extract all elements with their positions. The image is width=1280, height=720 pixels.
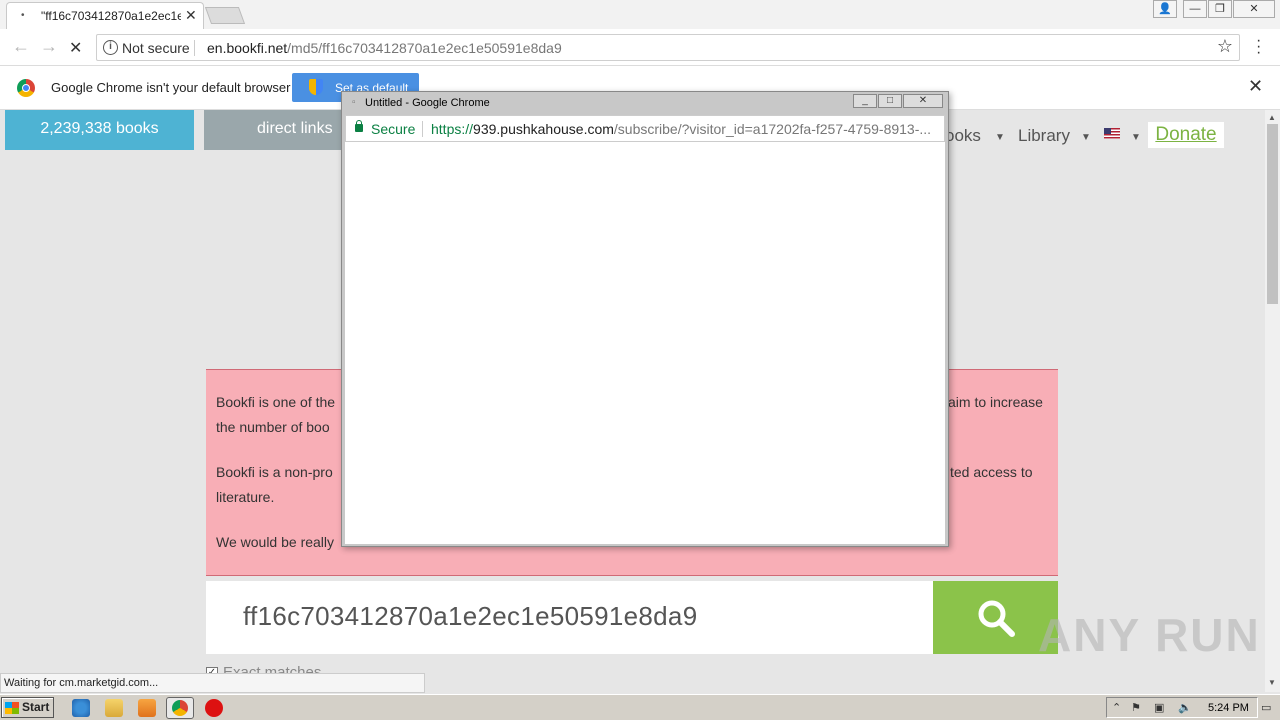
notice-text: Bookfi is one of the: [216, 394, 336, 410]
popup-content: [345, 142, 945, 544]
clock[interactable]: 5:24 PM: [1208, 702, 1249, 714]
security-label[interactable]: Not secure: [122, 40, 190, 56]
folder-icon[interactable]: [105, 699, 123, 717]
search-icon: [978, 600, 1015, 637]
notice-text: literature.: [216, 489, 275, 505]
popup-close-button[interactable]: ✕: [903, 94, 943, 108]
volume-icon[interactable]: 🔈: [1178, 701, 1192, 714]
info-icon[interactable]: i: [103, 40, 118, 55]
infobar-close-icon[interactable]: ✕: [1248, 76, 1263, 97]
media-player-icon[interactable]: [138, 699, 156, 717]
notice-text: the number of boo: [216, 419, 330, 435]
user-glyph: 👤: [1158, 3, 1172, 15]
popup-title: Untitled - Google Chrome: [365, 97, 490, 109]
url-host: 939.pushkahouse.com: [473, 121, 614, 137]
notice-text: Bookfi is a non-pro: [216, 464, 333, 480]
show-hidden-icons-icon[interactable]: ⌃: [1112, 701, 1121, 714]
chrome-logo-icon: [17, 79, 35, 97]
divider: [422, 121, 423, 137]
url-path: /subscribe/?visitor_id=a17202fa-f257-475…: [613, 121, 932, 137]
address-bar[interactable]: i Not secure en.bookfi.net/md5/ff16c7034…: [96, 34, 1240, 61]
taskbar: Start ⌃ ⚑ ▣ 🔈 5:24 PM ▭: [0, 694, 1280, 720]
chevron-down-icon: ▼: [1081, 132, 1091, 143]
lock-icon: [355, 120, 363, 132]
secure-label: Secure: [371, 121, 416, 137]
menu-kebab-icon[interactable]: · · ·: [1256, 33, 1261, 61]
new-tab-button[interactable]: [204, 7, 246, 24]
url-host: en.bookfi.net: [207, 40, 288, 56]
direct-links-button[interactable]: direct links: [204, 110, 354, 150]
scroll-up-icon[interactable]: ▲: [1268, 113, 1276, 122]
anyrun-watermark: ANY RUN: [1038, 609, 1261, 661]
popup-maximize-button[interactable]: □: [878, 94, 902, 108]
nav-library-menu[interactable]: Library: [1018, 126, 1070, 146]
chrome-logo-icon: [172, 700, 188, 716]
search-input[interactable]: ff16c703412870a1e2ec1e50591e8da9: [206, 581, 933, 654]
chevron-down-icon: ▼: [1131, 132, 1141, 143]
close-window-button[interactable]: ✕: [1233, 0, 1275, 18]
tab-strip: • "ff16c703412870a1e2ec1e50591e8da9" ✕ 👤…: [0, 0, 1280, 29]
nav-books-menu[interactable]: ooks: [945, 126, 981, 146]
notice-text: We would be really: [216, 534, 335, 550]
user-icon[interactable]: 👤: [1153, 0, 1177, 18]
popup-minimize-button[interactable]: _: [853, 94, 877, 108]
forward-arrow-icon[interactable]: →: [40, 36, 58, 57]
show-desktop-icon[interactable]: ▭: [1261, 701, 1271, 714]
ie-icon[interactable]: [72, 699, 90, 717]
notice-text: ted access to: [950, 464, 1033, 480]
divider: [194, 40, 195, 56]
us-flag-icon[interactable]: [1104, 128, 1120, 139]
infobar-message: Google Chrome isn't your default browser: [51, 80, 291, 95]
maximize-button[interactable]: ❐: [1208, 0, 1232, 18]
loading-dot-icon: •: [21, 10, 25, 21]
url-text[interactable]: en.bookfi.net/md5/ff16c703412870a1e2ec1e…: [207, 40, 562, 56]
close-icon: ✕: [1249, 3, 1259, 15]
chevron-down-icon: ▼: [995, 132, 1005, 143]
url-path: /md5/ff16c703412870a1e2ec1e50591e8da9: [287, 40, 562, 56]
scroll-thumb[interactable]: [1267, 124, 1278, 304]
minimize-button[interactable]: —: [1183, 0, 1207, 18]
donate-link[interactable]: Donate: [1148, 122, 1224, 148]
start-label: Start: [22, 700, 50, 714]
alert-icon[interactable]: [205, 699, 223, 717]
uac-shield-icon: [309, 79, 323, 95]
browser-tab[interactable]: • "ff16c703412870a1e2ec1e50591e8da9" ✕: [6, 2, 204, 29]
search-value: ff16c703412870a1e2ec1e50591e8da9: [243, 601, 698, 631]
popup-address-bar[interactable]: Secure https://939.pushkahouse.com/subsc…: [345, 115, 945, 142]
start-button[interactable]: Start: [1, 697, 54, 718]
windows-logo-icon: [5, 702, 19, 714]
popup-window[interactable]: ▫ Untitled - Google Chrome _ □ ✕ Secure …: [341, 91, 949, 547]
chrome-taskbar-button[interactable]: [166, 697, 194, 719]
page-icon: ▫: [352, 97, 356, 108]
flag-icon[interactable]: ⚑: [1131, 701, 1141, 714]
popup-url[interactable]: https://939.pushkahouse.com/subscribe/?v…: [431, 121, 941, 137]
status-bubble: Waiting for cm.marketgid.com...: [0, 673, 425, 693]
notice-text: aim to increase: [948, 394, 1043, 410]
tab-title: "ff16c703412870a1e2ec1e50591e8da9": [41, 9, 181, 23]
stop-icon[interactable]: ✕: [69, 38, 82, 58]
url-protocol: https://: [431, 121, 474, 137]
browser-toolbar: ← → ✕ i Not secure en.bookfi.net/md5/ff1…: [0, 29, 1280, 66]
network-icon[interactable]: ▣: [1154, 701, 1164, 714]
tab-close-icon[interactable]: ✕: [185, 7, 197, 24]
back-arrow-icon[interactable]: ←: [12, 36, 30, 57]
bookmark-star-icon[interactable]: ☆: [1217, 36, 1233, 57]
maximize-icon: ❐: [1215, 3, 1225, 15]
page-scrollbar[interactable]: ▲ ▼: [1265, 110, 1280, 692]
books-count-button[interactable]: 2,239,338 books: [5, 110, 194, 150]
scroll-down-icon[interactable]: ▼: [1268, 678, 1276, 687]
minimize-icon: —: [1189, 3, 1201, 15]
